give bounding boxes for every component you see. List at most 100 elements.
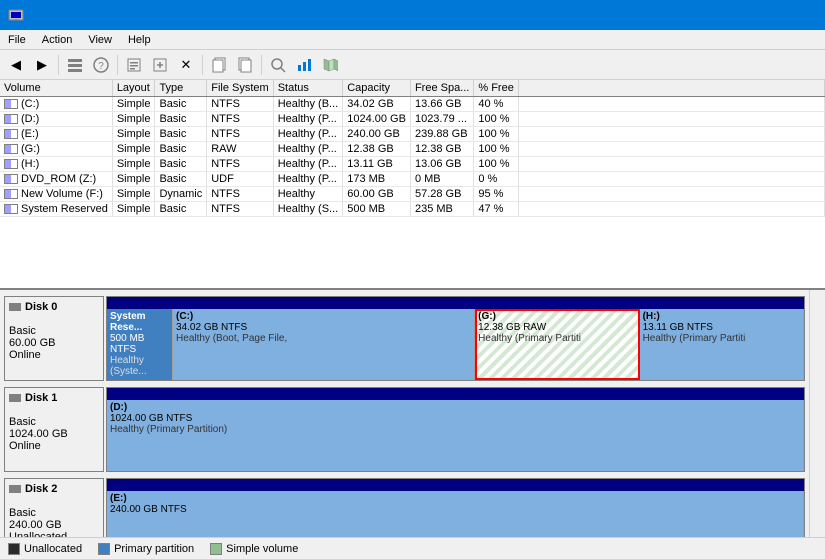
legend-unallocated: Unallocated xyxy=(8,543,82,555)
legend-primary-label: Primary partition xyxy=(114,543,194,555)
cell-free: 13.06 GB xyxy=(410,157,473,172)
table-row[interactable]: (E:) Simple Basic NTFS Healthy (P... 240… xyxy=(0,127,825,142)
cell-free: 12.38 GB xyxy=(410,142,473,157)
cell-free: 235 MB xyxy=(410,202,473,217)
cell-fs: NTFS xyxy=(207,112,273,127)
window-controls xyxy=(679,0,817,30)
cell-capacity: 500 MB xyxy=(343,202,411,217)
table-header-row: Volume Layout Type File System Status Ca… xyxy=(0,80,825,97)
partition-cell[interactable]: (H:)13.11 GB NTFSHealthy (Primary Partit… xyxy=(640,309,804,380)
cell-fs: NTFS xyxy=(207,127,273,142)
paste-button[interactable] xyxy=(233,53,257,77)
cell-pct: 0 % xyxy=(474,172,518,187)
volume-table: Volume Layout Type File System Status Ca… xyxy=(0,80,825,217)
cell-extra xyxy=(518,202,824,217)
partition-cell[interactable]: (E:)240.00 GB NTFS xyxy=(107,491,804,537)
forward-button[interactable]: ▶ xyxy=(30,53,54,77)
show-tree-button[interactable] xyxy=(63,53,87,77)
separator-2 xyxy=(117,55,118,75)
col-free[interactable]: Free Spa... xyxy=(410,80,473,97)
cell-type: Dynamic xyxy=(155,187,207,202)
col-fs[interactable]: File System xyxy=(207,80,273,97)
cell-fs: RAW xyxy=(207,142,273,157)
table-row[interactable]: New Volume (F:) Simple Dynamic NTFS Heal… xyxy=(0,187,825,202)
menu-view[interactable]: View xyxy=(80,30,120,49)
cell-extra xyxy=(518,142,824,157)
separator-3 xyxy=(202,55,203,75)
cell-extra xyxy=(518,97,824,112)
map-button[interactable] xyxy=(318,53,342,77)
cell-status: Healthy (S... xyxy=(273,202,343,217)
disk-view-container: Disk 0Basic60.00 GBOnlineSystem Rese...5… xyxy=(0,290,825,537)
cell-pct: 100 % xyxy=(474,157,518,172)
chart-button[interactable] xyxy=(292,53,316,77)
cell-volume: (D:) xyxy=(0,112,112,127)
cell-extra xyxy=(518,157,824,172)
cell-volume: New Volume (F:) xyxy=(0,187,112,202)
col-volume[interactable]: Volume xyxy=(0,80,112,97)
close-button[interactable] xyxy=(771,0,817,30)
table-row[interactable]: (C:) Simple Basic NTFS Healthy (B... 34.… xyxy=(0,97,825,112)
menu-help[interactable]: Help xyxy=(120,30,159,49)
legend-simple-label: Simple volume xyxy=(226,543,298,555)
cell-volume: DVD_ROM (Z:) xyxy=(0,172,112,187)
minimize-button[interactable] xyxy=(679,0,725,30)
cell-fs: NTFS xyxy=(207,187,273,202)
disk-parts-row: System Rese...500 MB NTFSHealthy (Syste.… xyxy=(107,309,804,380)
copy-button[interactable] xyxy=(207,53,231,77)
disk-partitions-wrapper: (E:)240.00 GB NTFS xyxy=(106,478,805,537)
cell-free: 1023.79 ... xyxy=(410,112,473,127)
cell-layout: Simple xyxy=(112,202,155,217)
cell-pct: 40 % xyxy=(474,97,518,112)
svg-text:?: ? xyxy=(98,61,104,72)
col-pct[interactable]: % Free xyxy=(474,80,518,97)
separator-1 xyxy=(58,55,59,75)
col-status[interactable]: Status xyxy=(273,80,343,97)
col-capacity[interactable]: Capacity xyxy=(343,80,411,97)
table-row[interactable]: (H:) Simple Basic NTFS Healthy (P... 13.… xyxy=(0,157,825,172)
maximize-button[interactable] xyxy=(725,0,771,30)
properties-button[interactable] xyxy=(122,53,146,77)
col-layout[interactable]: Layout xyxy=(112,80,155,97)
cell-extra xyxy=(518,172,824,187)
legend-simple: Simple volume xyxy=(210,543,298,555)
partition-cell[interactable]: (D:)1024.00 GB NTFSHealthy (Primary Part… xyxy=(107,400,804,471)
cell-type: Basic xyxy=(155,172,207,187)
cell-type: Basic xyxy=(155,142,207,157)
cell-layout: Simple xyxy=(112,157,155,172)
cell-pct: 95 % xyxy=(474,187,518,202)
menu-file[interactable]: File xyxy=(0,30,34,49)
cell-type: Basic xyxy=(155,202,207,217)
partition-cell[interactable]: (G:)12.38 GB RAWHealthy (Primary Partiti xyxy=(475,309,639,380)
disk-view-area[interactable]: Disk 0Basic60.00 GBOnlineSystem Rese...5… xyxy=(0,290,809,537)
cell-extra xyxy=(518,187,824,202)
delete-button[interactable]: ✕ xyxy=(174,53,198,77)
cell-layout: Simple xyxy=(112,112,155,127)
help-button[interactable]: ? xyxy=(89,53,113,77)
table-row[interactable]: (G:) Simple Basic RAW Healthy (P... 12.3… xyxy=(0,142,825,157)
table-row[interactable]: (D:) Simple Basic NTFS Healthy (P... 102… xyxy=(0,112,825,127)
cell-volume: (E:) xyxy=(0,127,112,142)
cell-layout: Simple xyxy=(112,187,155,202)
partition-cell[interactable]: (C:)34.02 GB NTFSHealthy (Boot, Page Fil… xyxy=(173,309,475,380)
disk-label: Disk 0Basic60.00 GBOnline xyxy=(4,296,104,381)
partition-cell[interactable]: System Rese...500 MB NTFSHealthy (Syste.… xyxy=(107,309,173,380)
legend-bar: Unallocated Primary partition Simple vol… xyxy=(0,537,825,559)
cell-extra xyxy=(518,127,824,142)
table-row[interactable]: System Reserved Simple Basic NTFS Health… xyxy=(0,202,825,217)
col-type[interactable]: Type xyxy=(155,80,207,97)
menu-bar: File Action View Help xyxy=(0,30,825,50)
volume-table-area: Volume Layout Type File System Status Ca… xyxy=(0,80,825,290)
cell-capacity: 1024.00 GB xyxy=(343,112,411,127)
back-button[interactable]: ◀ xyxy=(4,53,28,77)
scrollbar[interactable] xyxy=(809,290,825,537)
cell-fs: NTFS xyxy=(207,97,273,112)
cell-capacity: 13.11 GB xyxy=(343,157,411,172)
cell-layout: Simple xyxy=(112,142,155,157)
cell-fs: NTFS xyxy=(207,202,273,217)
table-row[interactable]: DVD_ROM (Z:) Simple Basic UDF Healthy (P… xyxy=(0,172,825,187)
menu-action[interactable]: Action xyxy=(34,30,81,49)
new-button[interactable] xyxy=(148,53,172,77)
cell-pct: 100 % xyxy=(474,142,518,157)
search-button[interactable] xyxy=(266,53,290,77)
